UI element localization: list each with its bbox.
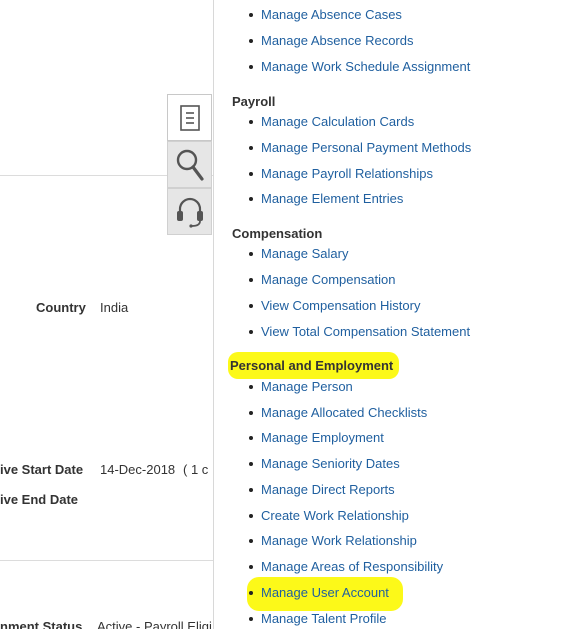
menu-item-manage-absence-cases[interactable]: Manage Absence Cases [249,6,402,24]
bullet [249,303,253,308]
start-date-extra: ( 1 c [183,462,209,477]
group-title-personal-and-employment: Personal and Employment [228,352,400,379]
menu-item-manage-person[interactable]: Manage Person [249,378,353,396]
menu-item-manage-talent-profile[interactable]: Manage Talent Profile [249,610,387,628]
tool-strip [167,94,212,236]
search-icon [176,149,204,181]
bullet [249,461,253,466]
bullet [249,277,253,282]
menu-item-manage-areas-of-responsibility[interactable]: Manage Areas of Responsibility [249,558,443,576]
menu-item-manage-absence-records[interactable]: Manage Absence Records [249,32,413,50]
menu-item-manage-payroll-relationships[interactable]: Manage Payroll Relationships [249,165,433,183]
menu-item-manage-work-relationship[interactable]: Manage Work Relationship [249,532,417,550]
menu-item-manage-allocated-checklists[interactable]: Manage Allocated Checklists [249,404,427,422]
menu-item-view-compensation-history[interactable]: View Compensation History [249,297,420,315]
help-button[interactable] [167,188,212,235]
bullet [249,119,253,124]
menu-item-manage-seniority-dates[interactable]: Manage Seniority Dates [249,455,400,473]
search-button[interactable] [167,141,212,188]
group-title-compensation: Compensation [232,226,323,241]
bullet [249,616,253,621]
bullet [249,251,253,256]
menu-item-manage-salary[interactable]: Manage Salary [249,245,348,263]
headset-icon [176,197,203,228]
bullet [249,564,253,569]
menu-item-create-work-relationship[interactable]: Create Work Relationship [249,507,409,525]
end-date-label: ive End Date [0,492,79,507]
bullet [249,329,253,334]
bullet [249,384,253,389]
group-title-payroll: Payroll [232,94,276,109]
bullet [249,38,253,43]
assignment-status-label: nment Status [0,619,83,629]
start-date-label: ive Start Date [0,462,84,477]
menu-item-manage-compensation[interactable]: Manage Compensation [249,271,395,289]
bullet [249,12,253,17]
menu-item-manage-user-account[interactable]: Manage User Account [249,584,389,602]
list-icon [179,104,200,131]
bullet [249,410,253,415]
menu-item-manage-calculation-cards[interactable]: Manage Calculation Cards [249,113,414,131]
menu-item-manage-personal-payment-methods[interactable]: Manage Personal Payment Methods [249,139,471,157]
menu-item-manage-employment[interactable]: Manage Employment [249,429,384,447]
menu-item-manage-direct-reports[interactable]: Manage Direct Reports [249,481,395,499]
bullet [249,145,253,150]
country-value: India [100,300,129,315]
country-label: Country [36,300,86,315]
bullet [249,196,253,201]
bullet [249,487,253,492]
bullet [249,64,253,69]
section-divider [0,560,213,561]
assignment-status-value: Active - Payroll Eligi [97,619,212,629]
bullet [249,435,253,440]
bullet [249,538,253,543]
menu-item-manage-work-schedule-assignment[interactable]: Manage Work Schedule Assignment [249,58,470,76]
bullet [249,590,253,595]
bullet [249,513,253,518]
menu-item-view-total-compensation-statement[interactable]: View Total Compensation Statement [249,323,470,341]
menu-item-manage-element-entries[interactable]: Manage Element Entries [249,190,403,208]
bullet [249,171,253,176]
start-date-value[interactable]: 14-Dec-2018 [100,462,175,477]
tasks-button[interactable] [167,94,212,141]
